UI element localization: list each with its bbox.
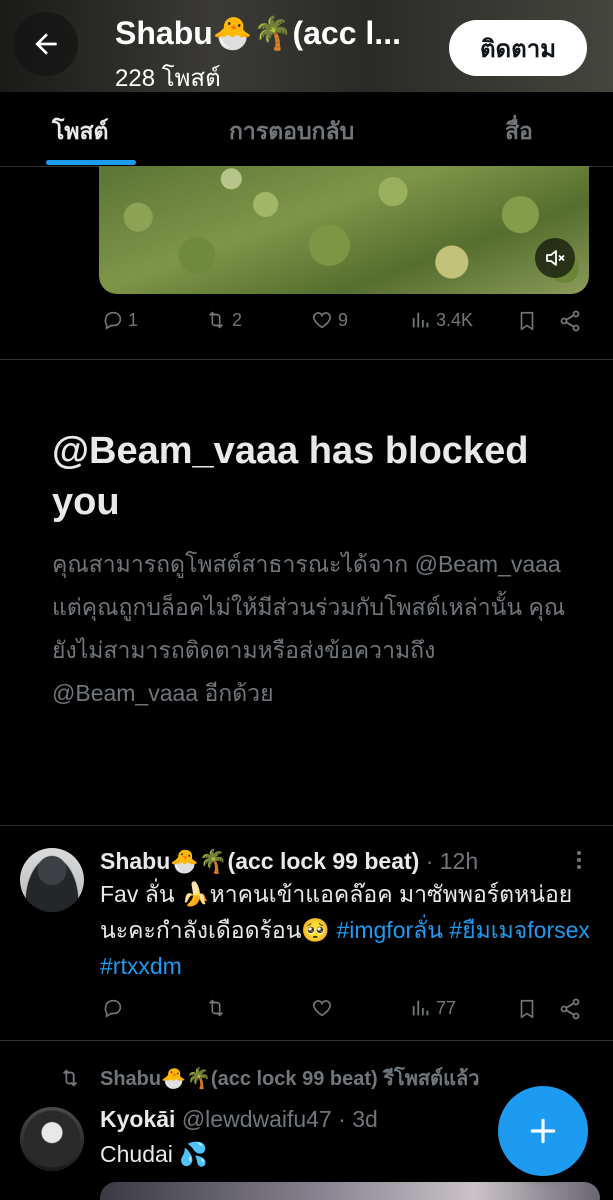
tab-media[interactable]: สื่อ — [505, 114, 533, 150]
compose-button[interactable] — [498, 1086, 588, 1176]
repost-icon — [208, 311, 224, 329]
divider — [0, 825, 613, 826]
divider — [0, 359, 613, 360]
hashtag-link[interactable]: #rtxxdm — [100, 953, 182, 979]
reply-count: 1 — [128, 309, 139, 330]
reply-button[interactable] — [102, 997, 124, 1019]
like-button[interactable] — [310, 997, 334, 1019]
avatar[interactable] — [20, 1107, 84, 1171]
post-video[interactable] — [99, 166, 589, 294]
mute-button[interactable] — [535, 238, 575, 278]
views-button[interactable]: 77 — [410, 997, 456, 1019]
author-handle[interactable]: @lewdwaifu47 — [182, 1106, 332, 1132]
share-icon — [560, 998, 580, 1020]
profile-tabs: โพสต์ การตอบกลับ สื่อ — [0, 92, 613, 167]
more-icon[interactable] — [567, 848, 591, 872]
back-button[interactable] — [14, 12, 78, 76]
back-arrow-icon — [35, 33, 57, 55]
blocked-title: @Beam_vaaa has blocked you — [52, 430, 529, 523]
plus-icon — [530, 1118, 556, 1144]
tweet-header: Shabu🐣🌴(acc lock 99 beat) · 12h — [100, 846, 570, 876]
divider — [0, 1040, 613, 1041]
tab-posts[interactable]: โพสต์ — [52, 114, 109, 150]
post-image[interactable] — [100, 1182, 600, 1200]
tweet-time: · 12h — [425, 848, 479, 874]
post-actions: 1 2 9 3.4K — [100, 309, 590, 339]
mute-icon — [546, 250, 565, 266]
views-button[interactable]: 3.4K — [410, 309, 473, 331]
bookmark-button[interactable] — [516, 997, 538, 1021]
bookmark-icon — [520, 999, 534, 1019]
reply-icon — [104, 999, 122, 1018]
avatar[interactable] — [20, 848, 84, 912]
repost-notice: Shabu🐣🌴(acc lock 99 beat) รีโพสต์แล้ว — [58, 1062, 558, 1094]
views-icon — [412, 312, 429, 328]
bookmark-button[interactable] — [516, 309, 538, 333]
profile-header: Shabu🐣🌴(acc l... 228 โพสต์ ติดตาม — [0, 0, 613, 92]
repost-button[interactable] — [204, 997, 228, 1019]
hashtag-link[interactable]: #ยืมเมจforsex — [449, 917, 590, 943]
post-count: 228 โพสต์ — [115, 65, 221, 90]
views-count: 3.4K — [436, 309, 474, 330]
reply-icon — [104, 311, 122, 330]
tweet-actions: 77 — [100, 997, 590, 1027]
blocked-message: คุณสามารถดูโพสต์สาธารณะได้จาก @Beam_vaaa… — [52, 551, 566, 706]
views-icon — [412, 1000, 429, 1016]
like-count: 9 — [338, 309, 349, 330]
like-icon — [312, 1000, 332, 1017]
author-name[interactable]: Shabu🐣🌴(acc lock 99 beat) — [100, 848, 419, 874]
reply-button[interactable]: 1 — [102, 309, 138, 331]
bookmark-icon — [520, 311, 534, 331]
repost-icon — [208, 999, 224, 1017]
tweet-time: · 3d — [338, 1106, 378, 1132]
like-button[interactable]: 9 — [310, 309, 348, 331]
hashtag-link[interactable]: #imgforลั่น — [336, 917, 443, 943]
profile-name: Shabu🐣🌴(acc l... — [115, 15, 401, 51]
repost-notice-text[interactable]: Shabu🐣🌴(acc lock 99 beat) รีโพสต์แล้ว — [100, 1062, 479, 1094]
tweet-header: Kyokāi @lewdwaifu47 · 3d — [100, 1104, 490, 1134]
share-button[interactable] — [558, 997, 582, 1021]
author-name[interactable]: Kyokāi — [100, 1106, 175, 1132]
like-icon — [312, 312, 332, 329]
follow-button[interactable]: ติดตาม — [449, 20, 587, 76]
active-tab-indicator — [46, 160, 136, 165]
views-count: 77 — [436, 997, 457, 1018]
repost-count: 2 — [232, 309, 243, 330]
repost-icon — [62, 1069, 78, 1087]
tweet-text: Fav ลั่น 🍌หาคนเข้าแอคล๊อค มาซัพพอร์ตหน่อ… — [100, 876, 595, 984]
tab-replies[interactable]: การตอบกลับ — [229, 114, 354, 150]
share-button[interactable] — [558, 309, 582, 333]
repost-button[interactable]: 2 — [204, 309, 242, 331]
share-icon — [560, 310, 580, 332]
